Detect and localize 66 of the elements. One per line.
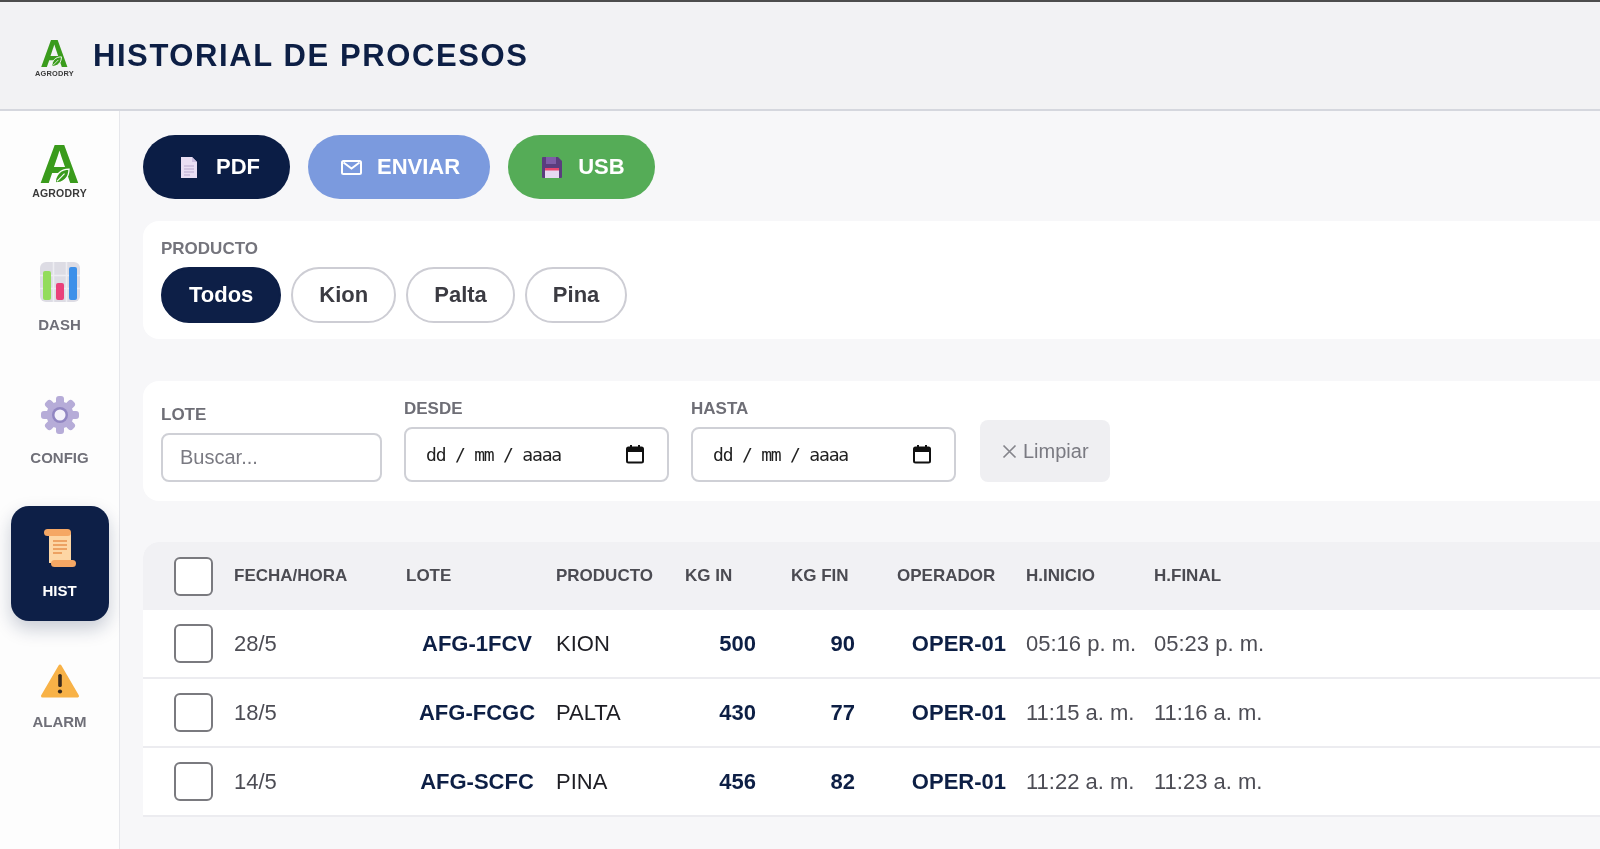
column-header: H.FINAL (1154, 566, 1222, 586)
envelope-icon (341, 159, 362, 175)
checkbox[interactable] (174, 693, 213, 732)
checkbox[interactable] (174, 556, 213, 596)
calendar-icon[interactable] (912, 444, 932, 464)
filter-chip[interactable]: Pina (524, 267, 628, 323)
column-header: LOTE (406, 566, 452, 586)
document-icon (180, 155, 198, 179)
brand-name: AGRODRY (32, 187, 87, 200)
table-cell: AFG-FCGC (418, 699, 536, 726)
table-cell: 11:22 a. m. (1026, 768, 1135, 795)
column-header: KG IN (685, 566, 733, 586)
date-field[interactable]: dd / mm / aaaa (404, 427, 669, 482)
table-cell: 456 (719, 768, 756, 795)
table-cell: 05:23 p. m. (1154, 630, 1265, 657)
page-title: HISTORIAL DE PROCESOS (92, 37, 529, 74)
table-cell: 90 (830, 630, 855, 657)
table-cell: 28/5 (234, 630, 277, 657)
date-field[interactable]: dd / mm / aaaa (691, 427, 956, 482)
column-header: FECHA/HORA (234, 566, 348, 586)
nav-item[interactable]: ALARM (10, 639, 109, 755)
table-cell: 14/5 (234, 768, 277, 795)
table-cell: 11:23 a. m. (1154, 768, 1263, 795)
table-cell: 82 (830, 768, 855, 795)
logo-mark: A (39, 143, 80, 186)
field-label: DESDE (404, 399, 463, 419)
gear-icon (39, 395, 80, 436)
close-icon (1002, 443, 1017, 459)
table-cell: 11:15 a. m. (1026, 699, 1135, 726)
checkbox[interactable] (174, 762, 213, 801)
column-header: KG FIN (791, 566, 849, 586)
filter-chip[interactable]: Palta (406, 267, 515, 323)
nav-item[interactable]: HIST (10, 506, 109, 622)
table-cell: 500 (719, 630, 756, 657)
table-cell: 05:16 p. m. (1026, 630, 1137, 657)
pdf-button[interactable]: PDF (143, 135, 290, 199)
filter-chip[interactable]: Kion (291, 267, 397, 323)
table-cell: OPER-01 (911, 630, 1006, 657)
column-header: PRODUCTO (556, 566, 653, 586)
clear-button[interactable]: Limpiar (980, 420, 1110, 482)
checkbox[interactable] (174, 624, 213, 663)
table-cell: OPER-01 (911, 699, 1006, 726)
warning-icon (39, 663, 80, 700)
field-label: HASTA (691, 399, 749, 419)
column-header: OPERADOR (897, 566, 996, 586)
table-cell: PINA (556, 768, 608, 795)
field-label: LOTE (161, 405, 207, 425)
search-field[interactable]: Buscar... (161, 433, 382, 482)
filter-chip[interactable]: Todos (161, 267, 282, 323)
table-cell: KION (556, 630, 610, 657)
column-header: H.INICIO (1026, 566, 1095, 586)
filter-label: PRODUCTO (161, 239, 258, 259)
scroll-icon (41, 528, 78, 569)
table-cell: AFG-SCFC (420, 768, 534, 795)
table-cell: AFG-1FCV (422, 630, 532, 657)
table-cell: PALTA (556, 699, 621, 726)
table-cell: 18/5 (234, 699, 277, 726)
table-cell: 11:16 a. m. (1154, 699, 1263, 726)
bar-chart-icon (39, 262, 80, 303)
table-cell: 77 (830, 699, 855, 726)
nav-item[interactable]: CONFIG (10, 373, 109, 489)
table-cell: OPER-01 (911, 768, 1006, 795)
table-cell: 430 (719, 699, 756, 726)
calendar-icon[interactable] (625, 444, 645, 464)
logo-mark: A (40, 38, 69, 69)
nav-item[interactable]: DASH (10, 240, 109, 356)
